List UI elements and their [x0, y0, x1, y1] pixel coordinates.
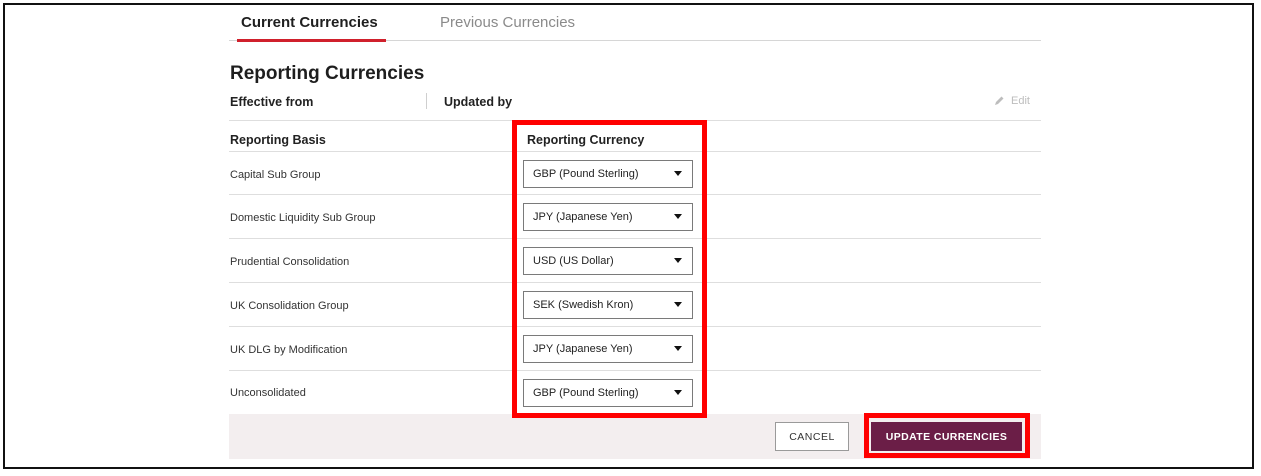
table-row-label: Unconsolidated — [230, 387, 306, 399]
table-row-label: Domestic Liquidity Sub Group — [230, 212, 376, 224]
page-title: Reporting Currencies — [230, 63, 425, 84]
table-row-label: UK DLG by Modification — [230, 344, 348, 356]
table-row-label: UK Consolidation Group — [230, 300, 349, 312]
currency-column-highlight — [512, 120, 707, 418]
tab-current-currencies[interactable]: Current Currencies — [229, 14, 390, 42]
tab-previous-currencies[interactable]: Previous Currencies — [428, 14, 587, 40]
edit-button[interactable]: Edit — [993, 95, 1030, 107]
updated-by-label: Updated by — [444, 95, 513, 109]
edit-label: Edit — [1011, 95, 1030, 107]
update-button-highlight — [864, 413, 1030, 458]
table-row-label: Capital Sub Group — [230, 169, 321, 181]
effective-from-label: Effective from — [230, 95, 314, 109]
meta-divider — [426, 93, 427, 109]
cancel-button[interactable]: CANCEL — [775, 422, 849, 451]
pencil-icon — [993, 95, 1005, 107]
tab-bar: Current Currencies Previous Currencies — [229, 14, 1041, 42]
table-row-label: Prudential Consolidation — [230, 256, 350, 268]
column-header-reporting-basis: Reporting Basis — [230, 133, 326, 147]
